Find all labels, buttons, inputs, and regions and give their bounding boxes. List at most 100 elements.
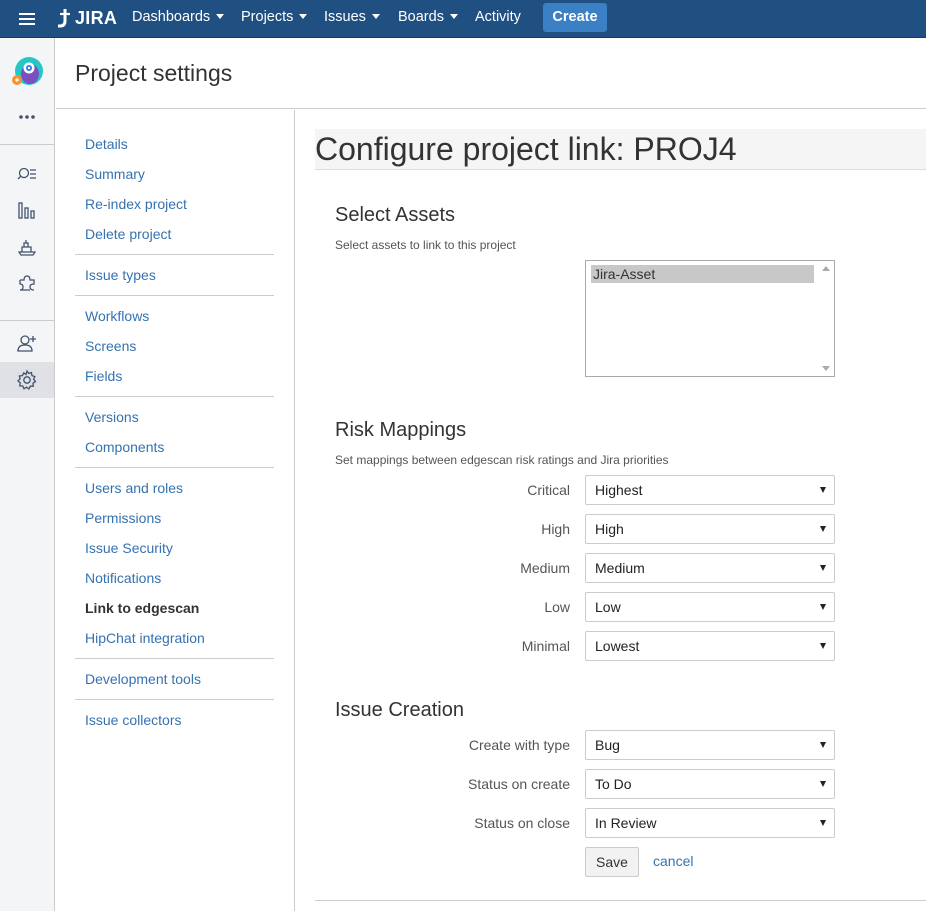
projnav-item-summary[interactable]: Summary [85,166,145,182]
add-user-icon[interactable] [0,325,54,361]
sidebar-divider [0,320,54,321]
nav-activity[interactable]: Activity [475,0,521,38]
sidebar-divider [0,144,54,145]
projnav-item-versions[interactable]: Versions [85,409,139,425]
nav-activity-label: Activity [475,9,521,25]
priority-select-high[interactable]: High [585,514,835,544]
projnav-item-delete-project[interactable]: Delete project [85,226,171,242]
dropdown-arrow-icon [820,526,826,532]
project-settings-nav: Details Summary Re-index project Delete … [56,110,295,911]
select-value: Low [595,599,621,615]
create-button[interactable]: Create [543,3,607,32]
nav-boards-label: Boards [398,9,444,25]
status-on-create-label: Status on create [468,776,570,792]
projnav-divider [75,396,274,397]
projnav-divider [75,658,274,659]
create-with-type-label: Create with type [468,737,570,753]
projnav-divider [75,467,274,468]
assets-listbox[interactable]: Jira-Asset [585,260,835,377]
projnav-divider [75,254,274,255]
page-title: Project settings [75,60,233,86]
more-icon[interactable] [0,99,54,135]
priority-select-medium[interactable]: Medium [585,553,835,583]
reports-icon[interactable] [0,193,54,229]
nav-issues[interactable]: Issues [324,0,380,38]
projnav-item-workflows[interactable]: Workflows [85,308,149,324]
projnav-item-hipchat-integration[interactable]: HipChat integration [85,630,205,646]
risk-label-low: Low [544,599,570,615]
dropdown-arrow-icon [820,604,826,610]
projnav-item-development-tools[interactable]: Development tools [85,671,201,687]
save-button[interactable]: Save [585,847,639,877]
select-value: To Do [595,776,632,792]
projnav-item-users-and-roles[interactable]: Users and roles [85,480,183,496]
nav-projects[interactable]: Projects [241,0,308,38]
select-value: Bug [595,737,620,753]
issue-type-select[interactable]: Bug [585,730,835,760]
priority-select-critical[interactable]: Highest [585,475,835,505]
chevron-down-icon [299,14,308,19]
projnav-item-reindex-project[interactable]: Re-index project [85,196,187,212]
select-value: Highest [595,482,643,498]
scroll-down-icon[interactable] [822,366,830,371]
jira-logo-icon [58,9,70,28]
projnav-item-permissions[interactable]: Permissions [85,510,161,526]
risk-label-medium: Medium [520,560,570,576]
priority-select-minimal[interactable]: Lowest [585,631,835,661]
projnav-item-issue-types[interactable]: Issue types [85,267,156,283]
jira-logo[interactable]: JIRA [57,6,117,30]
select-value: Lowest [595,638,640,654]
nav-projects-label: Projects [241,9,294,25]
risk-mappings-description: Set mappings between edgescan risk ratin… [335,453,669,467]
select-value: In Review [595,815,657,831]
projnav-item-components[interactable]: Components [85,439,164,455]
projnav-item-issue-collectors[interactable]: Issue collectors [85,712,181,728]
dropdown-arrow-icon [820,643,826,649]
nav-boards[interactable]: Boards [398,0,458,38]
chevron-down-icon [216,14,225,19]
chevron-down-icon [371,14,380,19]
cancel-link[interactable]: cancel [653,853,693,869]
project-avatar-icon[interactable] [0,51,54,95]
nav-issues-label: Issues [324,9,366,25]
form-bottom-divider [315,900,926,901]
top-navigation-bar: JIRA Dashboards Projects Issues Boards A… [0,0,926,38]
risk-label-high: High [541,521,570,537]
left-sidebar [0,38,55,911]
scroll-up-icon[interactable] [822,266,830,271]
nav-dashboards[interactable]: Dashboards [132,0,225,38]
projnav-item-link-to-edgescan[interactable]: Link to edgescan [85,600,199,616]
dropdown-arrow-icon [820,781,826,787]
status-on-create-select[interactable]: To Do [585,769,835,799]
status-on-close-select[interactable]: In Review [585,808,835,838]
select-value: Medium [595,560,645,576]
dropdown-arrow-icon [820,820,826,826]
projnav-item-notifications[interactable]: Notifications [85,570,161,586]
risk-label-critical: Critical [527,482,570,498]
add-ons-icon[interactable] [0,265,54,301]
projnav-item-details[interactable]: Details [85,136,128,152]
settings-icon[interactable] [0,362,54,398]
dropdown-arrow-icon [820,487,826,493]
jira-logo-text: JIRA [75,7,118,28]
projnav-item-issue-security[interactable]: Issue Security [85,540,173,556]
chevron-down-icon [449,14,458,19]
listbox-scrollbar[interactable] [817,261,834,376]
risk-label-minimal: Minimal [521,638,570,654]
releases-icon[interactable] [0,229,54,265]
priority-select-low[interactable]: Low [585,592,835,622]
menu-icon[interactable] [13,9,41,29]
select-value: High [595,521,624,537]
select-assets-heading: Select Assets [335,204,456,226]
search-issues-icon[interactable] [0,157,54,193]
asset-option[interactable]: Jira-Asset [591,265,814,283]
config-title-bar: Configure project link: PROJ4 [315,129,926,170]
projnav-item-screens[interactable]: Screens [85,338,136,354]
issue-creation-heading: Issue Creation [335,699,464,721]
projnav-divider [75,699,274,700]
projnav-item-fields[interactable]: Fields [85,368,122,384]
main-content: Configure project link: PROJ4 Select Ass… [296,110,926,911]
page-header: Project settings [56,38,926,109]
nav-dashboards-label: Dashboards [132,9,211,25]
dropdown-arrow-icon [820,565,826,571]
